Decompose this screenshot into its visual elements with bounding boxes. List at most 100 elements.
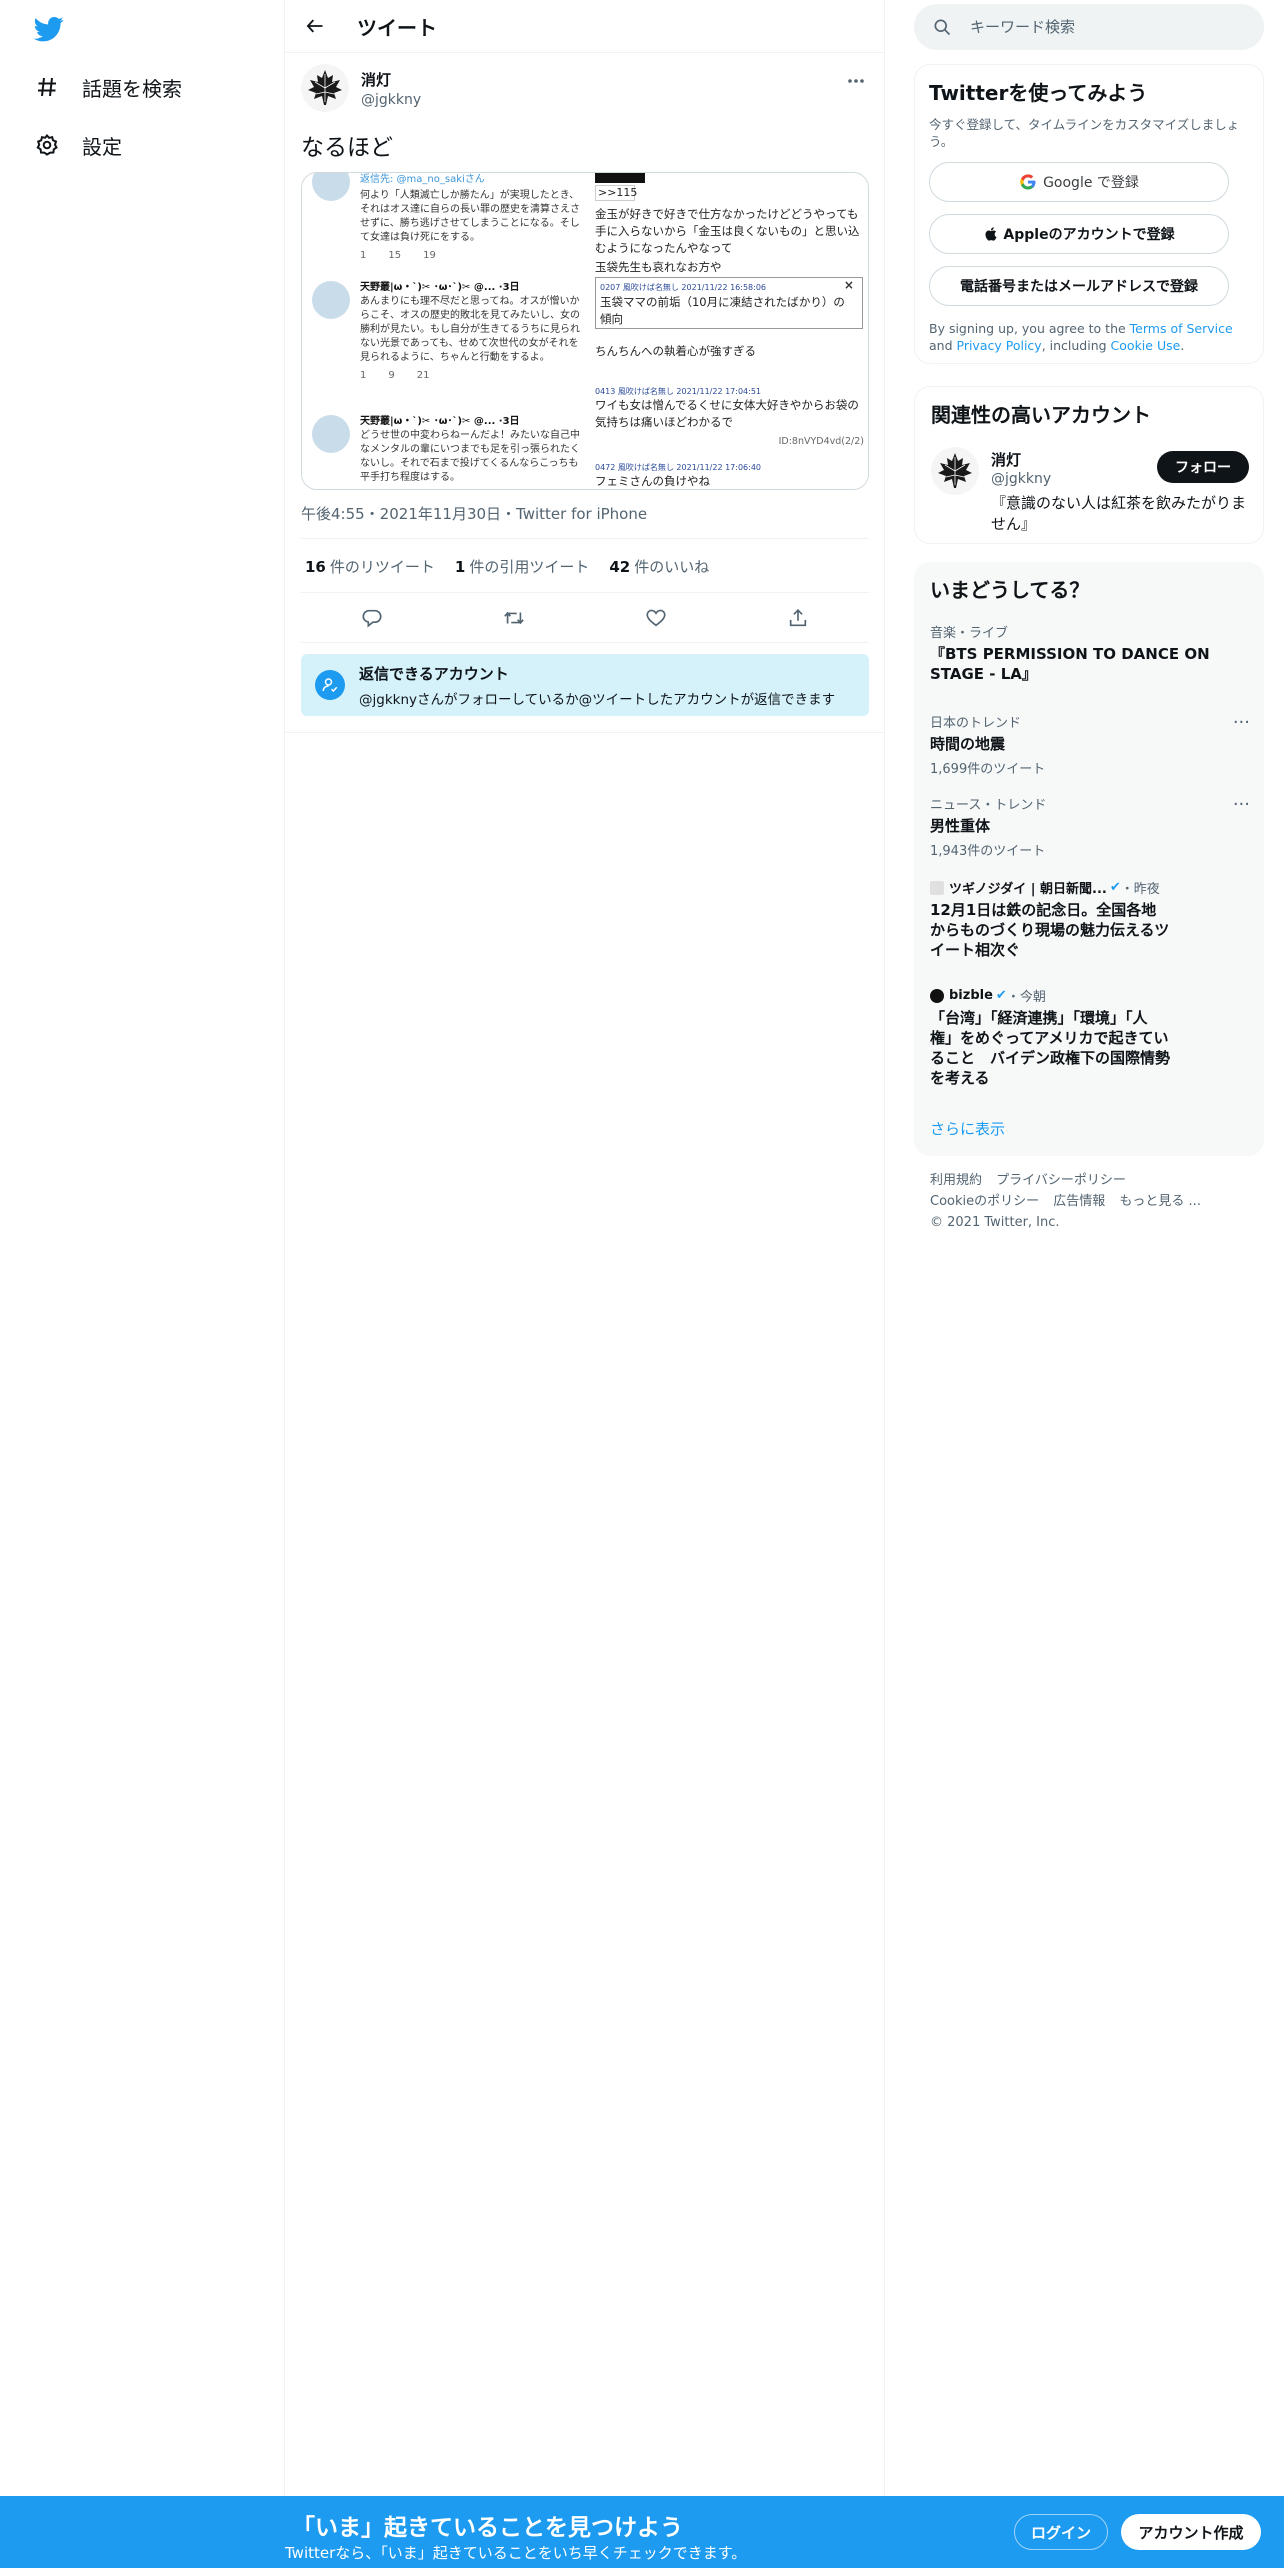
tweet-actions	[301, 600, 869, 636]
retweet-icon	[504, 611, 524, 625]
trends-card: いまどうしてる？ 音楽・ライブ 『BTS PERMISSION TO DANCE…	[914, 562, 1264, 1156]
hashtag-icon	[34, 74, 60, 100]
trend-category: 音楽・ライブ	[930, 626, 1009, 641]
trend-item[interactable]: 音楽・ライブ 『BTS PERMISSION TO DANCE ON STAGE…	[930, 622, 1250, 684]
news-item[interactable]: ツギノジダイ | 朝日新聞... ✔ ・昨夜 12月1日は鉄の記念日。全国各地か…	[930, 878, 1170, 960]
twitter-logo-icon[interactable]	[32, 14, 66, 44]
footer-terms-link[interactable]: 利用規約	[930, 1173, 982, 1188]
news-item[interactable]: bizble ✔ ・今朝 「台湾」「経済連携」「環境」「人権」をめぐってアメリカ…	[930, 986, 1170, 1088]
quote-label: 件の引用ツイート	[469, 558, 590, 576]
maple-leaf-icon	[938, 453, 972, 488]
post-line-3: ちんちんへの執着心が強すぎる	[594, 344, 756, 358]
footer-cookie-link[interactable]: Cookieのポリシー	[930, 1194, 1039, 1209]
privacy-policy-link[interactable]: Privacy Policy	[957, 338, 1042, 353]
tweet-text: なるほど	[301, 135, 393, 161]
post-id: ID:8nVYD4vd(2/2)	[778, 436, 864, 447]
left-nav: 話題を検索 設定	[0, 0, 285, 2496]
retweet-stat[interactable]: 16 件のリツイート	[305, 556, 435, 577]
like-label: 件のいいね	[634, 558, 710, 576]
share-button[interactable]	[780, 600, 816, 636]
login-button[interactable]: ログイン	[1014, 2514, 1108, 2550]
reply-button[interactable]	[354, 600, 390, 636]
share-icon	[789, 609, 807, 627]
main-column: ツイート 消灯 @jgkkny なるほど 返信先: @ma_no_sakiさん …	[285, 0, 885, 2496]
related-username[interactable]: @jgkkny	[991, 471, 1051, 487]
search-icon	[934, 19, 951, 36]
embedded-avatar	[312, 173, 350, 201]
trend-title: 時間の地震	[930, 735, 1006, 753]
nav-explore[interactable]: 話題を検索	[34, 67, 182, 107]
divider	[285, 732, 885, 733]
tweet-timestamp[interactable]: 午後4:55・2021年11月30日・Twitter for iPhone	[301, 503, 647, 524]
phone-email-signup-button[interactable]: 電話番号またはメールアドレスで登録	[929, 266, 1229, 306]
close-icon[interactable]: ×	[844, 278, 854, 292]
reply-to-text: 返信先: @ma_no_sakiさん	[360, 174, 485, 185]
header: ツイート	[285, 0, 885, 53]
terms-end: .	[1180, 338, 1185, 353]
back-button[interactable]	[297, 8, 333, 44]
divider	[301, 538, 869, 539]
terms-of-service-link[interactable]: Terms of Service	[1130, 321, 1233, 336]
reply-settings-title: 返信できるアカウント	[359, 664, 509, 683]
verified-icon: ✔	[1109, 880, 1121, 895]
more-button[interactable]	[843, 68, 869, 94]
trend-count: 1,699件のツイート	[930, 762, 1046, 777]
banner-title: 「いま」起きていることを見つけよう	[292, 2515, 683, 2541]
anchor-link: >>115	[594, 185, 637, 201]
arrow-left-icon	[306, 19, 323, 33]
trend-count: 1,943件のツイート	[930, 844, 1046, 859]
username[interactable]: @jgkkny	[361, 92, 421, 108]
show-more-link[interactable]: さらに表示	[930, 1118, 1005, 1139]
related-avatar[interactable]	[931, 447, 979, 495]
source-avatar	[930, 988, 944, 1003]
news-time: ・今朝	[1006, 990, 1046, 1005]
footer-more-link[interactable]: もっと見る ...	[1119, 1194, 1201, 1209]
embedded-avatar	[312, 281, 350, 319]
related-title: 関連性の高いアカウント	[931, 403, 1151, 427]
footer-links: 利用規約 プライバシーポリシー Cookieのポリシー 広告情報 もっと見る .…	[930, 1170, 1250, 1233]
like-stat[interactable]: 42 件のいいね	[609, 556, 709, 577]
media-image-left[interactable]: 返信先: @ma_no_sakiさん 何より「人類滅亡しか勝たん」が実現したとき…	[302, 173, 591, 489]
signup-subtitle: 今すぐ登録して、タイムラインをカスタマイズしましょう。	[929, 117, 1240, 149]
retweet-button[interactable]	[496, 600, 532, 636]
news-title: 12月1日は鉄の記念日。全国各地からものづくり現場の魅力伝えるツイート相次ぐ	[930, 901, 1170, 959]
tweet-media[interactable]: 返信先: @ma_no_sakiさん 何より「人類滅亡しか勝たん」が実現したとき…	[301, 172, 869, 490]
footer-ads-link[interactable]: 広告情報	[1053, 1194, 1105, 1209]
media-image-right[interactable]: >>115 金玉が好きで好きで仕方なかったけどどうやっても手に入らないから「金玉…	[590, 173, 868, 489]
trend-item[interactable]: ニュース・トレンド 男性重体 1,943件のツイート ···	[930, 794, 1250, 859]
embedded-reply-count: 1	[360, 250, 367, 261]
nav-settings-label: 設定	[82, 134, 122, 159]
page-title: ツイート	[357, 15, 437, 40]
verified-icon: ✔	[995, 988, 1007, 1003]
ellipsis-icon	[848, 79, 864, 83]
phone-email-signup-label: 電話番号またはメールアドレスで登録	[960, 279, 1198, 295]
avatar[interactable]	[301, 64, 349, 112]
search-input[interactable]	[970, 18, 1230, 36]
follow-button[interactable]: フォロー	[1157, 451, 1249, 483]
display-name[interactable]: 消灯	[361, 69, 421, 90]
nav-settings[interactable]: 設定	[34, 125, 122, 165]
embedded-like-count: 19	[423, 250, 436, 261]
post-line-5: フェミさんの負けやね	[594, 474, 710, 488]
more-icon[interactable]: ···	[1233, 712, 1250, 733]
news-source-row: ツギノジダイ | 朝日新聞... ✔ ・昨夜	[930, 878, 1170, 897]
apple-signup-button[interactable]: Appleのアカウントで登録	[929, 214, 1229, 254]
trend-item[interactable]: 日本のトレンド 時間の地震 1,699件のツイート ···	[930, 712, 1250, 777]
footer-privacy-link[interactable]: プライバシーポリシー	[996, 1173, 1126, 1188]
signup-button[interactable]: アカウント作成	[1121, 2514, 1261, 2550]
like-button[interactable]	[638, 600, 674, 636]
more-icon[interactable]: ···	[1233, 794, 1250, 815]
like-count: 42	[609, 558, 631, 576]
embedded-name: 天野叢|ω・`)✂︎ ･ω･`)✂︎ @... ·3日	[360, 416, 520, 427]
related-accounts-card: 関連性の高いアカウント 消灯 @jgkkny フォロー 『意識のない人は紅茶を飲…	[914, 386, 1264, 544]
embedded-avatar	[312, 415, 350, 453]
tweet-author: 消灯 @jgkkny	[301, 64, 869, 112]
search-bar[interactable]	[914, 4, 1264, 50]
google-signup-button[interactable]: Google で登録	[929, 162, 1229, 202]
quote-stat[interactable]: 1 件の引用ツイート	[455, 556, 589, 577]
cookie-use-link[interactable]: Cookie Use	[1111, 338, 1181, 353]
post-line-1: 金玉が好きで好きで仕方なかったけどどうやっても手に入らないから「金玉は良くないも…	[594, 207, 860, 255]
related-name[interactable]: 消灯	[991, 449, 1021, 470]
news-time: ・昨夜	[1120, 882, 1160, 897]
terms-mid2: , including	[1041, 338, 1111, 353]
